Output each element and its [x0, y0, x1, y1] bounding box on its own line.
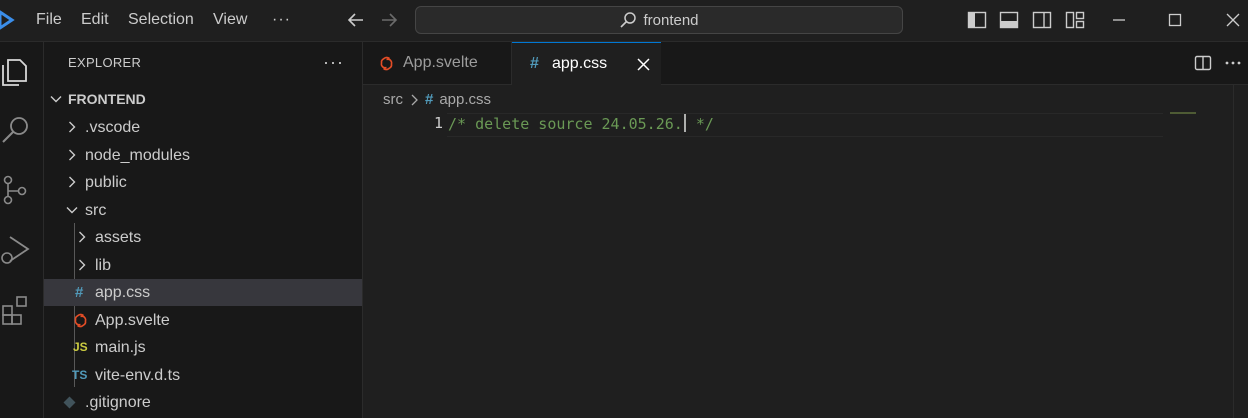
chevron-down-icon: [66, 207, 78, 214]
activity-bar: [0, 42, 44, 418]
search-icon: [620, 12, 637, 28]
minimize-icon[interactable]: [1108, 9, 1130, 31]
breadcrumb-file[interactable]: app.css: [439, 91, 491, 108]
tree-folder-src[interactable]: src: [44, 197, 362, 224]
explorer-title: EXPLORER: [68, 55, 142, 70]
explorer-icon[interactable]: [0, 54, 34, 88]
tree-folder-node-modules[interactable]: node_modules: [44, 142, 362, 169]
run-debug-icon[interactable]: [0, 232, 34, 266]
line-number: 1: [433, 114, 443, 132]
minimap-line: [1170, 112, 1196, 114]
toggle-primary-sidebar-icon[interactable]: [966, 9, 988, 31]
source-control-icon[interactable]: [0, 173, 34, 207]
vertical-scrollbar[interactable]: [1233, 85, 1248, 418]
tree-folder-public[interactable]: public: [44, 169, 362, 196]
search-icon[interactable]: [0, 112, 34, 146]
forward-arrow-icon[interactable]: [378, 9, 400, 31]
toggle-secondary-sidebar-icon[interactable]: [1031, 9, 1053, 31]
extensions-icon[interactable]: [0, 292, 34, 326]
tree-item-label: lib: [95, 257, 112, 274]
explorer-sidebar: EXPLORER ··· FRONTEND .vscode node_modul…: [44, 42, 363, 418]
explorer-more-actions[interactable]: ···: [323, 52, 344, 73]
css-file-icon: #: [75, 284, 84, 301]
tree-file-app-css[interactable]: # app.css: [44, 279, 362, 306]
chevron-right-icon: [69, 149, 76, 161]
chevron-down-icon: [50, 96, 62, 103]
menu-more[interactable]: ···: [272, 0, 291, 41]
tree-item-label: App.svelte: [95, 312, 170, 329]
split-editor-icon[interactable]: [1194, 54, 1212, 72]
tab-label: app.css: [552, 55, 608, 72]
title-bar: File Edit Selection View ··· frontend: [0, 0, 1248, 42]
more-actions-icon[interactable]: [1224, 54, 1242, 72]
menu-file[interactable]: File: [36, 0, 62, 41]
editor-area[interactable]: src # app.css 1 /* delete source 24.05.2…: [363, 85, 1248, 418]
tab-app-svelte[interactable]: App.svelte: [363, 42, 512, 84]
tree-root-frontend[interactable]: FRONTEND: [44, 86, 362, 113]
menu-view[interactable]: View: [213, 0, 247, 41]
tree-item-label: vite-env.d.ts: [95, 367, 181, 384]
back-arrow-icon[interactable]: [345, 9, 367, 31]
tree-item-label: node_modules: [85, 147, 190, 164]
css-file-icon: #: [425, 91, 434, 108]
css-file-icon: #: [530, 55, 539, 72]
tree-folder-assets[interactable]: assets: [44, 224, 362, 251]
tree-item-label: app.css: [95, 284, 151, 301]
chevron-right-icon: [79, 231, 86, 243]
tree-file-vite-env-d-ts[interactable]: TS vite-env.d.ts: [44, 362, 362, 389]
comment-text: /* delete source 24.05.26.: [448, 115, 683, 133]
search-text: frontend: [643, 11, 699, 29]
tree-item-label: .gitignore: [85, 394, 151, 411]
tree-file-gitignore[interactable]: .gitignore: [44, 389, 362, 416]
tree-item-label: main.js: [95, 339, 146, 356]
close-tab-icon[interactable]: [637, 58, 650, 71]
tab-label: App.svelte: [403, 54, 478, 71]
editor-tab-bar: App.svelte # app.css: [363, 42, 1248, 86]
tree-item-label: public: [85, 174, 127, 191]
tree-root-label: FRONTEND: [68, 91, 146, 107]
ts-file-icon: TS: [72, 368, 88, 382]
tree-folder-vscode[interactable]: .vscode: [44, 114, 362, 141]
text-cursor: [683, 114, 686, 132]
chevron-right-icon: [69, 176, 76, 188]
tree-folder-lib[interactable]: lib: [44, 252, 362, 279]
svelte-file-icon: [380, 56, 393, 71]
git-file-icon: [63, 396, 76, 409]
comment-text-end: */: [686, 115, 714, 133]
customize-layout-icon[interactable]: [1064, 9, 1086, 31]
tab-app-css[interactable]: # app.css: [512, 42, 661, 86]
close-icon[interactable]: [1222, 9, 1244, 31]
svelte-file-icon: [74, 313, 87, 328]
toggle-panel-icon[interactable]: [998, 9, 1020, 31]
menu-selection[interactable]: Selection: [128, 0, 194, 41]
breadcrumb-folder[interactable]: src: [383, 91, 403, 108]
tree-item-label: assets: [95, 229, 142, 246]
breadcrumb: src # app.css: [383, 91, 491, 108]
js-file-icon: JS: [73, 340, 88, 354]
maximize-icon[interactable]: [1164, 9, 1186, 31]
code-line[interactable]: /* delete source 24.05.26. */: [448, 114, 714, 133]
tree-item-label: src: [85, 202, 107, 219]
chevron-right-icon: [79, 259, 86, 271]
chevron-right-icon: [411, 94, 418, 105]
tree-item-label: .vscode: [85, 119, 141, 136]
tree-file-app-svelte[interactable]: App.svelte: [44, 307, 362, 334]
tree-file-main-js[interactable]: JS main.js: [44, 334, 362, 361]
command-center-search[interactable]: frontend: [415, 6, 903, 34]
menu-edit[interactable]: Edit: [81, 0, 109, 41]
chevron-right-icon: [69, 121, 76, 133]
vscode-logo-icon: [0, 10, 15, 30]
